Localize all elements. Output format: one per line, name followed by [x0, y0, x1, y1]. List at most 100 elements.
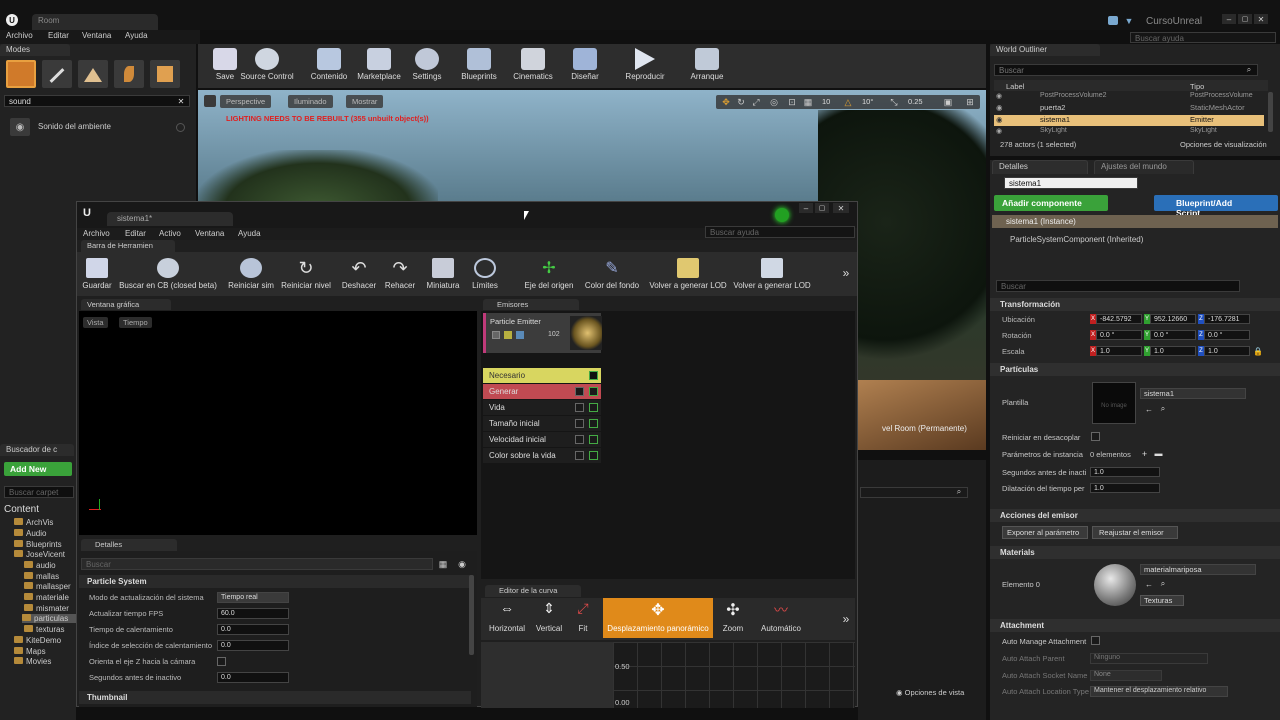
location-label[interactable]: Ubicación — [1002, 315, 1035, 324]
curve-toggle-icon[interactable] — [589, 419, 598, 428]
surface-snap-icon[interactable]: ⊡ — [786, 96, 798, 108]
update-mode-dropdown[interactable]: Tiempo real — [217, 592, 289, 603]
settings-button[interactable]: Settings — [402, 46, 452, 86]
eye-icon[interactable]: ◉ — [455, 558, 469, 570]
outliner-search-input[interactable]: Buscar — [994, 64, 1258, 76]
section-transform[interactable]: Transformación — [990, 298, 1280, 311]
regen-lod-button[interactable]: Volver a generar LOD — [649, 256, 727, 292]
time-button[interactable]: Tiempo — [119, 317, 152, 328]
orient-z-checkbox[interactable] — [217, 657, 226, 666]
template-thumbnail[interactable]: No image — [1092, 382, 1136, 424]
outliner-row[interactable]: ◉ puerta2 StaticMeshActor — [994, 103, 1264, 114]
regen-lod-button-2[interactable]: Volver a generar LOD — [733, 256, 811, 292]
warmup-input[interactable]: 0.0 — [217, 624, 289, 635]
close-button[interactable]: ✕ — [1254, 14, 1268, 24]
scale-z[interactable]: 1.0 — [1204, 346, 1250, 356]
module-spawn[interactable]: Generar — [483, 384, 601, 399]
cinematics-button[interactable]: Cinematics — [508, 46, 558, 86]
inactive-seconds-input[interactable]: 0.0 — [217, 672, 289, 683]
viewport-options-button[interactable] — [204, 95, 216, 107]
rotation-label[interactable]: Rotación — [1002, 331, 1032, 340]
viewport-tab[interactable]: Ventana gráfica — [81, 299, 171, 310]
location-x[interactable]: -842.5792 — [1096, 314, 1142, 324]
cascade-help-search[interactable]: Buscar ayuda — [705, 226, 855, 238]
cascade-tab[interactable]: sistema1* — [107, 212, 233, 226]
landscape-mode-icon[interactable] — [78, 60, 108, 88]
redo-button[interactable]: ↷ Rehacer — [383, 256, 417, 292]
scale-y[interactable]: 1.0 — [1150, 346, 1196, 356]
guardar-button[interactable]: Guardar — [81, 256, 113, 292]
scale-label[interactable]: Escala — [1002, 347, 1025, 356]
outliner-scrollbar[interactable] — [1268, 92, 1273, 132]
tree-item[interactable]: mallasper — [24, 582, 71, 591]
build-button[interactable]: Diseñar — [560, 46, 610, 86]
tree-item[interactable]: Maps — [14, 647, 46, 656]
world-icon[interactable]: ◎ — [768, 96, 780, 108]
col-label[interactable]: Label — [1006, 82, 1024, 91]
inactive-input[interactable]: 1.0 — [1090, 467, 1160, 477]
tree-item[interactable]: KiteDemo — [14, 636, 61, 645]
tree-item[interactable]: materiale — [24, 593, 69, 602]
cascade-menu-editar[interactable]: Editar — [125, 229, 146, 238]
rotation-y[interactable]: 0.0 ° — [1150, 330, 1196, 340]
section-thumbnail[interactable]: Thumbnail — [79, 691, 471, 704]
module-enable-checkbox[interactable] — [575, 419, 584, 428]
emitter-header[interactable]: Particle Emitter 102 — [483, 313, 602, 353]
browse-icon[interactable]: ⌕ — [1158, 404, 1168, 414]
background-color-button[interactable]: ✎ Color del fondo — [583, 256, 641, 292]
help-search-input[interactable]: Buscar ayuda — [1130, 32, 1276, 43]
lock-icon[interactable]: 🔒 — [1253, 346, 1263, 356]
cascade-details-search[interactable]: Buscar — [81, 558, 433, 570]
foliage-mode-icon[interactable] — [114, 60, 144, 88]
view-options-button[interactable]: ◉ Opciones de vista — [896, 688, 964, 697]
dilation-input[interactable]: 1.0 — [1090, 483, 1160, 493]
curve-toggle-icon[interactable] — [589, 371, 598, 380]
particle-viewport[interactable]: Vista Tiempo — [79, 311, 477, 535]
fit-vertical-button[interactable]: ⇕ Vertical — [531, 598, 567, 638]
curve-toggle-icon[interactable] — [589, 435, 598, 444]
fit-horizontal-button[interactable]: ⇔ Horizontal — [487, 598, 527, 638]
add-component-button[interactable]: Añadir componente — [994, 195, 1108, 211]
eye-icon[interactable]: ◉ — [996, 92, 1002, 100]
auto-tangent-button[interactable]: 〰 Automático — [757, 598, 805, 638]
eye-icon[interactable]: ◉ — [996, 115, 1003, 124]
location-type-dropdown[interactable]: Mantener el desplazamiento relativo — [1090, 686, 1228, 697]
menu-editar[interactable]: Editar — [48, 31, 69, 40]
marketplace-button[interactable]: Marketplace — [354, 46, 404, 86]
grid-view-icon[interactable]: ▦ — [437, 558, 449, 570]
cascade-menu-activo[interactable]: Activo — [159, 229, 181, 238]
col-type[interactable]: Tipo — [1190, 82, 1204, 91]
auto-manage-checkbox[interactable] — [1091, 636, 1100, 645]
textures-button[interactable]: Texturas — [1140, 595, 1184, 606]
tree-item[interactable]: Movies — [14, 657, 51, 666]
modes-search-input[interactable]: sound — [4, 95, 190, 107]
module-enable-checkbox[interactable] — [575, 435, 584, 444]
window-minimize-button[interactable]: – — [799, 203, 813, 213]
maximize-button[interactable]: ▢ — [1238, 14, 1252, 24]
thumbnail-button[interactable]: Miniatura — [425, 256, 461, 292]
tab-details[interactable]: Detalles — [992, 160, 1088, 174]
module-lifetime[interactable]: Vida — [483, 400, 601, 415]
grid-snap-icon[interactable]: ▦ — [802, 96, 814, 108]
modes-result-item[interactable]: ◉ Sonido del ambiente — [6, 116, 192, 138]
paint-mode-icon[interactable] — [42, 60, 72, 88]
outliner-row[interactable]: ◉ PostProcessVolume2 PostProcessVolume — [994, 92, 1264, 102]
details-tab[interactable]: Detalles — [81, 539, 177, 551]
restart-sim-button[interactable]: Reiniciar sim — [227, 256, 275, 292]
source-control-icon[interactable]: ▼ — [1124, 16, 1134, 26]
details-search-input[interactable]: Buscar — [996, 280, 1240, 292]
curve-editor-tab[interactable]: Editor de la curva — [485, 585, 581, 597]
socket-input[interactable]: None — [1090, 670, 1162, 681]
curve-toggle-icon[interactable] — [589, 403, 598, 412]
find-in-cb-button[interactable]: Buscar en CB (closed beta) — [119, 256, 217, 292]
source-control-button[interactable]: Source Control — [238, 46, 296, 86]
use-selected-icon[interactable]: ← — [1144, 579, 1154, 589]
scale-icon[interactable]: ⤢ — [750, 96, 762, 108]
emitters-tab[interactable]: Emisores — [483, 299, 579, 310]
notification-icon[interactable] — [1108, 16, 1118, 25]
launch-button[interactable]: Arranque — [682, 46, 732, 86]
view-options-button[interactable]: Opciones de visualización — [1180, 140, 1267, 149]
emitters-panel[interactable]: Particle Emitter 102 Necesario Generar V… — [481, 311, 855, 579]
curve-toggle-icon[interactable] — [589, 451, 598, 460]
lit-button[interactable]: Iluminado — [288, 95, 333, 108]
